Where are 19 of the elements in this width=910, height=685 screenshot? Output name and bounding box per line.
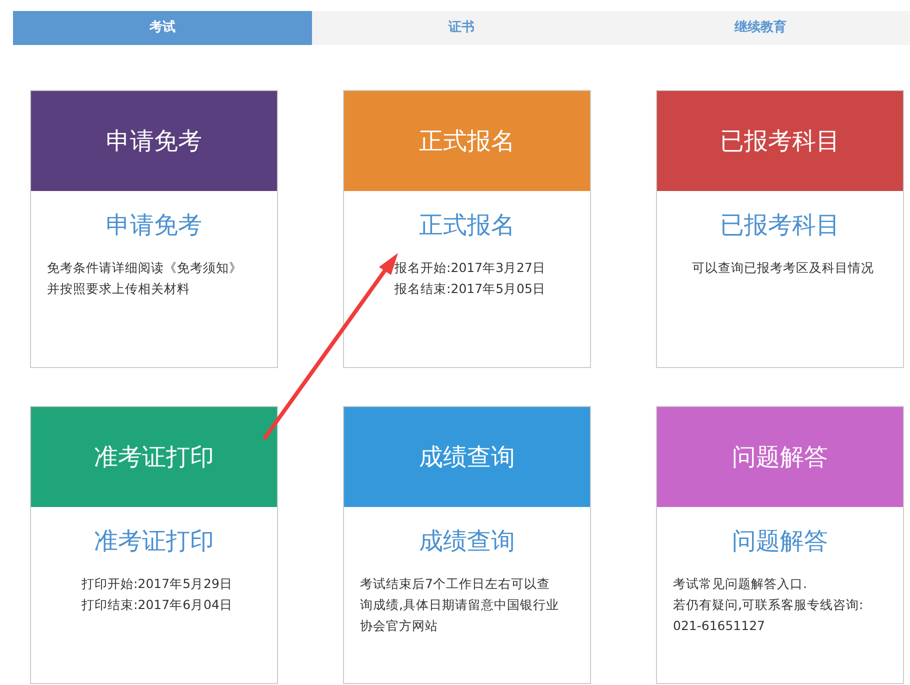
card-banner[interactable]: 申请免考: [31, 91, 277, 191]
card-title: 成绩查询: [418, 526, 516, 557]
card-description: 打印开始:2017年5月29日 打印结束:2017年6月04日: [80, 575, 234, 614]
card-description: 可以查询已报考考区及科目情况: [691, 259, 875, 277]
card-description: 免考条件请详细阅读《免考须知》 并按照要求上传相关材料: [46, 259, 243, 298]
card-description: 考试常见问题解答入口. 若仍有疑问,可联系客服专线咨询: 021-61651127: [672, 575, 864, 635]
card-banner[interactable]: 准考证打印: [31, 407, 277, 507]
card-banner[interactable]: 已报考科目: [657, 91, 903, 191]
card-description: 报名开始:2017年3月27日 报名结束:2017年5月05日: [394, 259, 546, 298]
card-title: 问题解答: [731, 526, 829, 557]
card-title: 准考证打印: [93, 526, 215, 557]
card-banner[interactable]: 成绩查询: [344, 407, 590, 507]
tab[interactable]: 考试: [13, 11, 312, 45]
card-title: 已报考科目: [719, 210, 841, 241]
card-banner[interactable]: 正式报名: [344, 91, 590, 191]
card-title: 申请免考: [105, 210, 203, 241]
card-description: 考试结束后7个工作日左右可以查 询成绩,具体日期请留意中国银行业 协会官方网站: [359, 575, 560, 635]
card-title: 正式报名: [418, 210, 516, 241]
card-banner[interactable]: 问题解答: [657, 407, 903, 507]
